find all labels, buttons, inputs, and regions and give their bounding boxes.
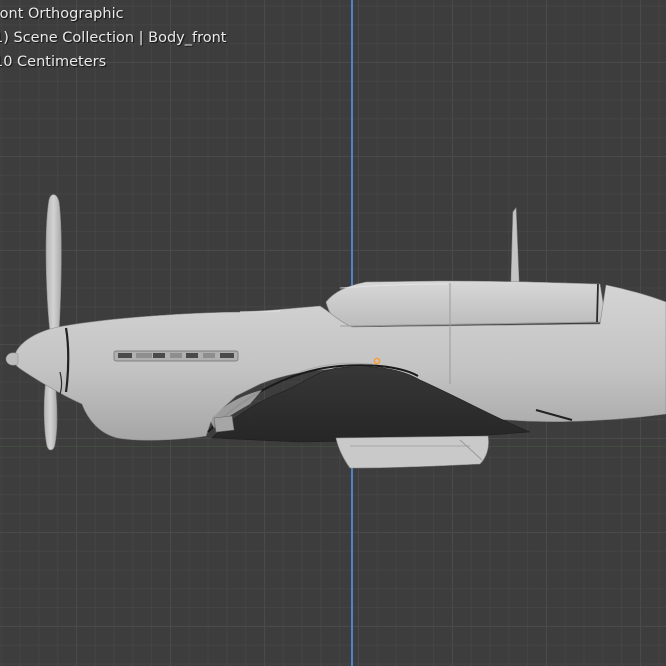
aircraft-model[interactable] — [0, 0, 666, 666]
canopy — [325, 280, 607, 327]
radiator-scoop — [335, 435, 489, 469]
collection-info-label: 1) Scene Collection | Body_front — [0, 30, 227, 46]
antenna-mast — [510, 207, 520, 283]
propeller-blade-top — [45, 194, 62, 333]
grid-scale-label: 10 Centimeters — [0, 54, 107, 70]
viewport-info-overlay: ront Orthographic 1) Scene Collection | … — [0, 2, 226, 74]
view-name-label: ront Orthographic — [0, 6, 124, 22]
propeller-spinner — [5, 352, 19, 366]
3d-viewport[interactable]: ront Orthographic 1) Scene Collection | … — [0, 0, 666, 666]
exhaust-stacks — [113, 350, 239, 362]
